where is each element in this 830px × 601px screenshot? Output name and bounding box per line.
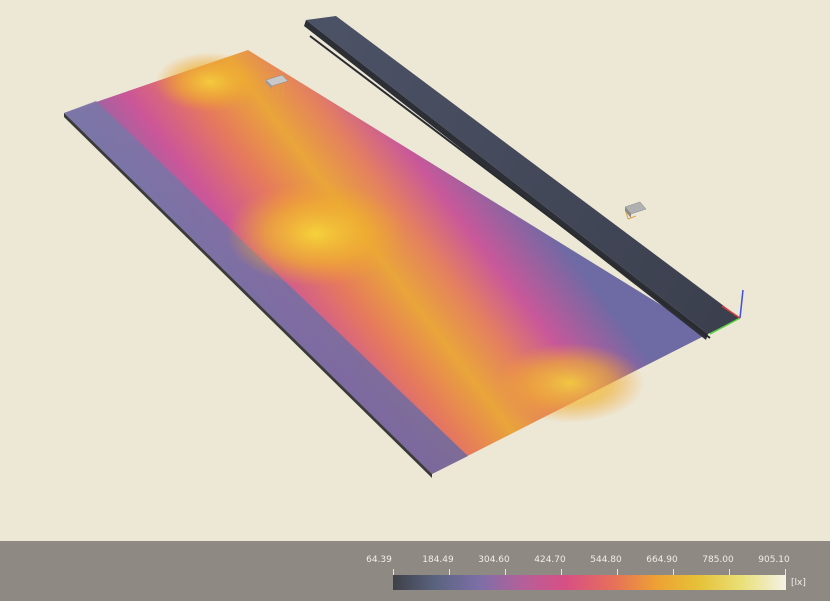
color-scale-labels: 64.39 184.49 304.60 424.70 544.80 664.90… <box>0 541 830 565</box>
color-scale-gradient <box>393 575 786 590</box>
scale-unit-label: [lx] <box>791 578 806 588</box>
scale-tick-label: 664.90 <box>646 555 678 565</box>
scale-tick-label: 905.10 <box>758 555 790 565</box>
legend-bar: 64.39 184.49 304.60 424.70 544.80 664.90… <box>0 541 830 601</box>
scale-tick-label: 544.80 <box>590 555 622 565</box>
scale-tick-label: 424.70 <box>534 555 566 565</box>
light-spot <box>226 182 406 286</box>
scale-tick-label: 64.39 <box>366 555 392 565</box>
3d-viewport[interactable] <box>0 0 830 541</box>
light-spot <box>155 52 265 112</box>
light-spot <box>495 343 645 423</box>
illuminance-scene <box>64 16 744 478</box>
luminaire-icon[interactable] <box>624 201 647 220</box>
scale-tick-label: 184.49 <box>422 555 454 565</box>
scale-tick-label: 304.60 <box>478 555 510 565</box>
scale-tick-label: 785.00 <box>702 555 734 565</box>
